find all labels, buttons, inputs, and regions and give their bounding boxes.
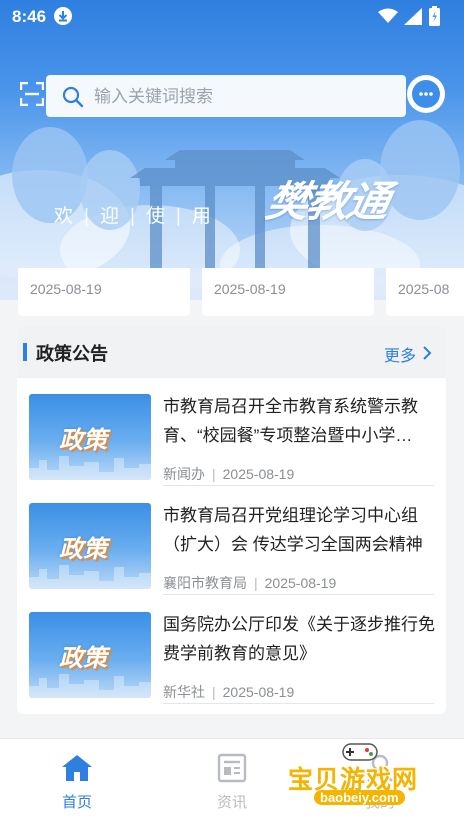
section-accent-bar (23, 343, 27, 361)
news-headline: 市教育局召开全市教育系统警示教育、“校园餐”专项整治暨中小学… (163, 397, 418, 445)
card-date: 2025-08 (398, 281, 450, 297)
carousel-card[interactable]: 2025-08 (386, 268, 464, 316)
signal-icon (404, 8, 422, 25)
status-bar: 8:46 (0, 0, 464, 34)
news-list-item[interactable]: 政策 国务院办公厅印发《关于逐步推行免费学前教育的意见》 新华社 | 2025-08… (17, 596, 446, 704)
policy-section: 政策公告 更多 政策 市教育局召开全市教育系统警示教育、“校园餐”专项整治暨中小… (17, 326, 446, 714)
news-date: 2025-08-19 (264, 575, 337, 591)
status-time: 8:46 (12, 7, 47, 26)
news-list-item[interactable]: 政策 市教育局召开党组理论学习中心组（扩大）会 传达学习全国两会精神 襄阳市教育… (17, 487, 446, 595)
card-date: 2025-08-19 (214, 281, 286, 297)
carousel-card[interactable]: 2025-08-19 (202, 268, 374, 316)
battery-icon (429, 6, 440, 26)
watermark: 宝贝游戏网 baobeiy.com (284, 738, 434, 822)
news-icon (217, 753, 247, 783)
news-headline: 国务院办公厅印发《关于逐步推行免费学前教育的意见》 (163, 615, 435, 663)
news-thumbnail: 政策 (29, 394, 151, 480)
news-meta: 新闻办 | 2025-08-19 (163, 466, 295, 482)
wifi-icon (378, 8, 398, 23)
more-label: 更多 (383, 348, 416, 365)
news-date: 2025-08-19 (222, 466, 295, 482)
home-icon (62, 755, 92, 781)
carousel-card[interactable]: 2025-08-19 (18, 268, 190, 316)
search-input[interactable] (92, 75, 396, 119)
scan-icon[interactable] (20, 82, 44, 106)
news-list-item[interactable]: 政策 市教育局召开全市教育系统警示教育、“校园餐”专项整治暨中小学… 新闻办 | 2… (17, 378, 446, 486)
news-source: 新闻办 (163, 466, 205, 482)
divider (163, 594, 434, 595)
news-meta: 襄阳市教育局 | 2025-08-19 (163, 575, 337, 591)
search-icon (62, 86, 84, 108)
chevron-right-icon (422, 345, 432, 366)
message-button[interactable] (407, 75, 445, 113)
news-date: 2025-08-19 (222, 684, 295, 700)
news-meta: 新华社 | 2025-08-19 (163, 684, 295, 700)
section-title: 政策公告 (36, 344, 108, 364)
download-icon (54, 7, 72, 25)
news-source: 襄阳市教育局 (163, 575, 247, 591)
chat-icon (412, 80, 440, 108)
hero-banner: 8:46 输入关键词搜索 欢 | 迎 | 使 | 用 樊教通 (0, 0, 464, 300)
news-headline: 市教育局召开党组理论学习中心组（扩大）会 传达学习全国两会精神 (163, 506, 423, 554)
divider (163, 485, 434, 486)
news-source: 新华社 (163, 684, 205, 700)
nav-label: 资讯 (216, 794, 247, 811)
nav-home[interactable]: 首页 (37, 753, 117, 812)
divider (163, 703, 434, 704)
brand-logo: 樊教通 (262, 177, 393, 226)
welcome-text: 欢 | 迎 | 使 | 用 (54, 206, 213, 227)
search-bar[interactable] (46, 75, 406, 119)
section-header: 政策公告 更多 (17, 326, 446, 378)
more-link[interactable]: 更多 (384, 342, 432, 366)
nav-news[interactable]: 资讯 (192, 753, 272, 812)
news-thumbnail: 政策 (29, 503, 151, 589)
hero-scenery (0, 120, 464, 300)
watermark-url: baobeiy.com (314, 790, 405, 805)
card-date: 2025-08-19 (30, 281, 102, 297)
nav-label: 首页 (61, 794, 92, 811)
news-thumbnail: 政策 (29, 612, 151, 698)
